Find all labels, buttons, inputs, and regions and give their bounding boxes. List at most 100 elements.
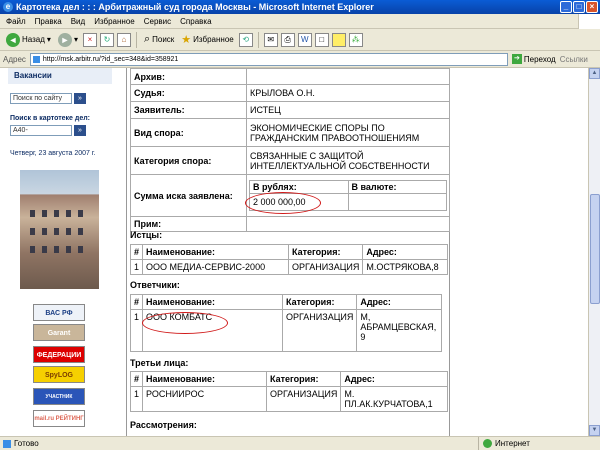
favorites-label: Избранное xyxy=(193,35,234,44)
federation-banner[interactable]: ФЕДЕРАЦИИ xyxy=(33,346,85,363)
address-bar: Адрес http://msk.arbitr.ru/?id_sec=348&i… xyxy=(0,51,600,68)
court-building-image xyxy=(20,170,99,289)
hearings-title: Рассмотрения: xyxy=(130,420,197,430)
claim-sum-currency xyxy=(347,193,447,211)
third-party-address: М. ПЛ.АК.КУРЧАТОВА,1 xyxy=(340,386,448,412)
vas-rf-banner[interactable]: ВАС РФ xyxy=(33,304,85,321)
discuss-icon[interactable]: □ xyxy=(314,32,329,47)
menu-edit[interactable]: Правка xyxy=(35,14,62,28)
defendant-address: М, АБРАМЦЕВСКАЯ, 9 xyxy=(356,309,442,352)
menu-favorites[interactable]: Избранное xyxy=(94,14,135,28)
scroll-down-icon[interactable]: ▼ xyxy=(589,425,600,436)
forward-arrow-icon: ► xyxy=(57,32,72,47)
search-label: Поиск xyxy=(152,35,175,44)
annotation-circle xyxy=(245,192,321,214)
stop-icon[interactable]: × xyxy=(82,32,97,47)
links-label[interactable]: Ссылки xyxy=(560,55,588,64)
defendant-category: ОРГАНИЗАЦИЯ xyxy=(282,309,358,352)
back-label: Назад xyxy=(22,35,45,44)
col-address: Адрес: xyxy=(340,371,448,387)
maximize-button[interactable]: □ xyxy=(573,1,585,13)
col-name: Наименование: xyxy=(142,371,268,387)
plaintiffs-title: Истцы: xyxy=(130,230,163,240)
garant-banner[interactable]: Garant INTERNET xyxy=(33,324,85,354)
edit-icon[interactable]: W xyxy=(297,32,312,47)
messenger-icon[interactable] xyxy=(331,32,346,47)
menu-tools[interactable]: Сервис xyxy=(144,14,171,28)
status-text: Готово xyxy=(14,439,39,448)
dispute-value: ЭКОНОМИЧЕСКИЕ СПОРЫ ПО ГРАЖДАНСКИМ ПРАВО… xyxy=(246,118,450,147)
back-button[interactable]: ◄ Назад ▾ xyxy=(4,31,53,49)
go-arrow-icon: ➔ xyxy=(511,54,522,64)
address-input[interactable]: http://msk.arbitr.ru/?id_sec=348&id=3589… xyxy=(29,52,508,66)
table-row: Судья: КРЫЛОВА О.Н. xyxy=(130,84,450,102)
page-status-icon xyxy=(3,440,11,448)
col-address: Адрес: xyxy=(356,294,442,310)
row-number: 1 xyxy=(129,259,144,275)
applicant-label: Заявитель: xyxy=(130,101,247,119)
sidebar-vacancies-link[interactable]: Вакансии xyxy=(8,68,112,84)
row-number: 1 xyxy=(129,386,144,412)
forward-button[interactable]: ► ▾ xyxy=(56,31,80,49)
favorites-button[interactable]: ★ Избранное xyxy=(179,31,235,49)
archive-label: Архив: xyxy=(130,68,247,85)
research-icon[interactable]: ⁂ xyxy=(348,32,363,47)
judge-value: КРЫЛОВА О.Н. xyxy=(246,84,450,102)
rambler-top100-banner[interactable]: УЧАСТНИК Rambler's TOP100 xyxy=(33,388,85,417)
history-icon[interactable]: ⟲ xyxy=(238,32,253,47)
zone-label: Интернет xyxy=(495,439,530,448)
mail-icon[interactable]: ✉ xyxy=(263,32,278,47)
spylog-banner[interactable]: SpyLOG xyxy=(33,366,85,383)
defendants-title: Ответчики: xyxy=(130,280,180,290)
col-category: Категория: xyxy=(282,294,358,310)
category-label: Категория спора: xyxy=(130,146,247,175)
mailru-rating-banner[interactable]: mail.ru РЕЙТИНГ xyxy=(33,410,85,427)
col-number: # xyxy=(129,294,144,310)
window-title: Картотека дел : : : Арбитражный суд горо… xyxy=(16,2,374,12)
site-search-input[interactable]: Поиск по сайту xyxy=(10,93,72,104)
window-controls: _ □ × xyxy=(560,1,598,13)
minimize-button[interactable]: _ xyxy=(560,1,572,13)
menu-help[interactable]: Справка xyxy=(180,14,211,28)
annotation-circle xyxy=(142,312,228,334)
vertical-scrollbar[interactable]: ▲ ▼ xyxy=(588,68,600,436)
currency-label: В валюте: xyxy=(347,180,447,194)
search-button[interactable]: ⌕ Поиск xyxy=(142,31,176,49)
refresh-icon[interactable]: ↻ xyxy=(99,32,114,47)
address-label: Адрес xyxy=(3,54,26,64)
table-row: Вид спора: ЭКОНОМИЧЕСКИЕ СПОРЫ ПО ГРАЖДА… xyxy=(130,118,450,147)
plaintiff-name: ООО МЕДИА-СЕРВИС-2000 xyxy=(142,259,290,275)
judge-label: Судья: xyxy=(130,84,247,102)
page-icon xyxy=(32,55,40,63)
third-party-name: РОСНИИРОС xyxy=(142,386,268,412)
site-search-go-button[interactable]: » xyxy=(74,93,86,104)
row-number: 1 xyxy=(129,309,144,352)
go-button[interactable]: ➔ Переход xyxy=(511,54,556,64)
col-name: Наименование: xyxy=(142,294,284,310)
card-search-go-button[interactable]: » xyxy=(74,125,86,136)
col-category: Категория: xyxy=(266,371,342,387)
home-icon[interactable]: ⌂ xyxy=(116,32,131,47)
scroll-thumb[interactable] xyxy=(590,194,600,304)
search-icon: ⌕ xyxy=(143,33,151,45)
menu-file[interactable]: Файл xyxy=(6,14,26,28)
plaintiff-category: ОРГАНИЗАЦИЯ xyxy=(288,259,364,275)
scroll-up-icon[interactable]: ▲ xyxy=(589,68,600,79)
category-value: СВЯЗАННЫЕ С ЗАЩИТОЙ ИНТЕЛЛЕКТУАЛЬНОЙ СОБ… xyxy=(246,146,450,175)
col-number: # xyxy=(129,244,144,260)
plaintiffs-table: # Наименование: Категория: Адрес: 1 ООО … xyxy=(129,244,448,275)
applicant-value: ИСТЕЦ xyxy=(246,101,450,119)
menu-view[interactable]: Вид xyxy=(71,14,85,28)
star-icon: ★ xyxy=(181,34,192,46)
card-search-input[interactable]: А40- xyxy=(10,125,72,136)
col-address: Адрес: xyxy=(362,244,448,260)
close-button[interactable]: × xyxy=(586,1,598,13)
current-date: Четверг, 23 августа 2007 г. xyxy=(10,150,96,157)
table-row: Заявитель: ИСТЕЦ xyxy=(130,101,450,119)
security-zone: Интернет xyxy=(478,437,530,450)
print-icon[interactable]: ⎙ xyxy=(280,32,295,47)
toolbar-divider xyxy=(135,31,137,48)
table-row: Прим: xyxy=(130,216,450,232)
card-search-label: Поиск в картотеке дел: xyxy=(10,115,90,122)
plaintiff-address: М.ОСТРЯКОВА,8 xyxy=(362,259,448,275)
